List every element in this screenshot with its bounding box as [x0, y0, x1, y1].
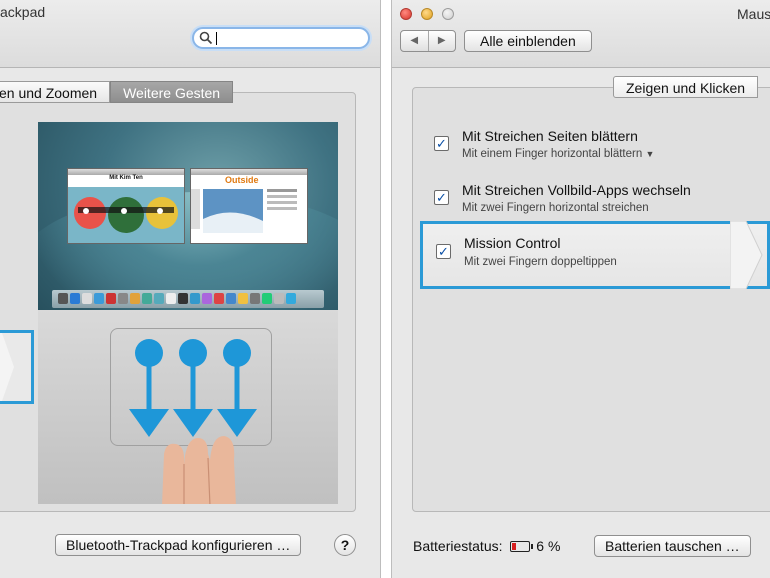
search-input[interactable] [192, 27, 370, 49]
minimize-icon[interactable] [421, 8, 433, 20]
search-icon [199, 31, 213, 45]
gesture-preview: Mit Kim Ten Outside [38, 122, 338, 504]
battery-label: Batteriestatus: [413, 538, 503, 554]
replace-batteries-button[interactable]: Batterien tauschen … [594, 535, 751, 557]
close-icon[interactable] [400, 8, 412, 20]
selected-gesture-row-edge[interactable] [0, 330, 34, 404]
show-all-button[interactable]: Alle einblenden [464, 30, 592, 52]
desktop-thumbnail: Outside [190, 168, 308, 244]
option-title: Mit Streichen Vollbild-Apps wechseln [462, 182, 691, 198]
desktop-thumbnail: Mit Kim Ten [67, 168, 185, 244]
left-titlebar: ackpad [0, 0, 380, 68]
tab-point-and-click[interactable]: Zeigen und Klicken [613, 76, 759, 98]
selected-gesture-row[interactable]: ✓ Mission Control Mit zwei Fingern doppe… [420, 221, 770, 289]
battery-status: Batteriestatus: 6 % [413, 538, 560, 554]
dock [52, 290, 324, 308]
right-titlebar: Maus ◀ ▶ Alle einblenden [392, 0, 770, 68]
dropdown-triangle-icon[interactable]: ▼ [645, 149, 654, 159]
option-subtitle: Mit zwei Fingern horizontal streichen [462, 202, 649, 214]
zoom-icon[interactable] [442, 8, 454, 20]
option-title: Mit Streichen Seiten blättern [462, 128, 638, 144]
gesture-option-row[interactable]: ✓ Mit Streichen Seiten blättern Mit eine… [420, 128, 750, 168]
battery-icon [510, 541, 534, 552]
checkbox-checked[interactable]: ✓ [434, 190, 449, 205]
forward-arrow-icon[interactable]: ▶ [427, 31, 456, 51]
checkbox-checked[interactable]: ✓ [436, 244, 451, 259]
option-subtitle: Mit einem Finger horizontal blättern ▼ [462, 148, 655, 160]
tab-more-gestures[interactable]: Weitere Gesten [110, 81, 234, 103]
tab-scroll-zoom[interactable]: en und Zoomen [0, 81, 111, 103]
gesture-option-row[interactable]: ✓ Mit Streichen Vollbild-Apps wechseln M… [420, 182, 750, 222]
window-title: ackpad [0, 4, 46, 20]
option-title: Mission Control [464, 235, 561, 251]
checkbox-checked[interactable]: ✓ [434, 136, 449, 151]
row-arrow-shape [730, 221, 763, 289]
window-title: Maus [737, 6, 770, 22]
back-forward-buttons: ◀ ▶ [400, 30, 456, 52]
option-subtitle: Mit zwei Fingern doppeltippen [464, 256, 617, 268]
trackpad-preferences-window: ackpad en und Zoomen Weitere Gesten Mit … [0, 0, 381, 578]
back-arrow-icon[interactable]: ◀ [401, 31, 428, 51]
battery-percentage: 6 % [536, 538, 561, 554]
configure-bluetooth-trackpad-button[interactable]: Bluetooth-Trackpad konfigurieren … [55, 534, 302, 556]
help-button[interactable]: ? [334, 534, 356, 556]
mouse-preferences-window: Maus ◀ ▶ Alle einblenden Zeigen und Klic… [391, 0, 770, 578]
tab-bar: en und Zoomen Weitere Gesten [0, 81, 234, 103]
row-arrow-shape [0, 333, 14, 401]
hand-illustration [162, 436, 236, 504]
text-cursor [216, 32, 217, 45]
